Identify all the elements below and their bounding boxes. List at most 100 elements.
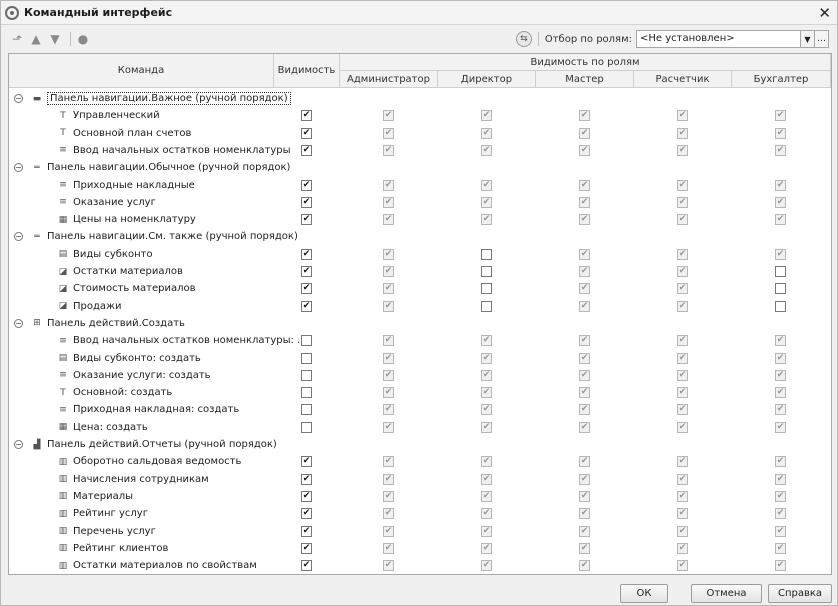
role-visibility-checkbox[interactable]: ✔ <box>677 387 688 399</box>
role-visibility-checkbox[interactable]: ✔ <box>383 283 394 295</box>
role-visibility-checkbox[interactable] <box>775 300 786 312</box>
role-visibility-checkbox[interactable]: ✔ <box>383 266 394 277</box>
role-visibility-checkbox[interactable]: ✔ <box>579 110 590 122</box>
role-visibility-checkbox[interactable] <box>481 266 492 277</box>
collapse-icon[interactable]: − <box>14 163 23 173</box>
visibility-checkbox[interactable]: ✔ <box>301 248 312 260</box>
role-visibility-checkbox[interactable]: ✔ <box>383 196 394 208</box>
role-visibility-checkbox[interactable] <box>481 248 492 260</box>
role-visibility-checkbox[interactable]: ✔ <box>579 196 590 208</box>
role-visibility-checkbox[interactable]: ✔ <box>481 179 492 191</box>
role-visibility-checkbox[interactable]: ✔ <box>481 214 492 226</box>
role-filter-input[interactable]: <Не установлен> <box>636 30 801 48</box>
role-visibility-checkbox[interactable]: ✔ <box>775 144 786 156</box>
role-visibility-checkbox[interactable]: ✔ <box>579 144 590 156</box>
visibility-checkbox[interactable]: ✔ <box>301 490 312 502</box>
role-visibility-checkbox[interactable]: ✔ <box>579 214 590 226</box>
role-visibility-checkbox[interactable]: ✔ <box>481 421 492 433</box>
table-row[interactable]: ≡ Оказание услуги: создать ✔ ✔ ✔ ✔ ✔ <box>9 367 831 384</box>
role-visibility-checkbox[interactable]: ✔ <box>677 144 688 156</box>
table-row[interactable]: ▤ Виды субконто: создать ✔ ✔ ✔ ✔ ✔ <box>9 350 831 367</box>
visibility-checkbox[interactable]: ✔ <box>301 196 312 208</box>
visibility-checkbox[interactable]: ✔ <box>301 144 312 156</box>
role-visibility-checkbox[interactable]: ✔ <box>677 508 688 520</box>
cancel-button[interactable]: Отмена <box>691 584 762 603</box>
role-visibility-checkbox[interactable]: ✔ <box>677 456 688 468</box>
role-visibility-checkbox[interactable]: ✔ <box>579 525 590 537</box>
table-row[interactable]: ▥ Остатки материалов по свойствам ✔ ✔ ✔ ✔ ✔ ✔ <box>9 557 831 574</box>
role-visibility-checkbox[interactable]: ✔ <box>775 110 786 122</box>
table-row[interactable]: ▥ Начисления сотрудникам ✔ ✔ ✔ ✔ ✔ ✔ <box>9 471 831 488</box>
visibility-checkbox[interactable]: ✔ <box>301 127 312 139</box>
role-visibility-checkbox[interactable]: ✔ <box>481 473 492 485</box>
help-icon[interactable]: ● <box>75 31 91 47</box>
collapse-icon[interactable]: − <box>14 440 23 449</box>
visibility-checkbox[interactable] <box>301 404 312 416</box>
ok-button[interactable]: ОК <box>620 584 668 603</box>
move-to-group-icon[interactable]: ⬏ <box>9 31 25 47</box>
role-visibility-checkbox[interactable]: ✔ <box>481 387 492 399</box>
collapse-icon[interactable]: − <box>14 232 23 242</box>
role-visibility-checkbox[interactable]: ✔ <box>677 352 688 364</box>
table-row[interactable]: ▥ Перечень услуг ✔ ✔ ✔ ✔ ✔ ✔ <box>9 523 831 540</box>
visibility-checkbox[interactable] <box>301 421 312 433</box>
role-visibility-checkbox[interactable]: ✔ <box>775 127 786 139</box>
role-visibility-checkbox[interactable]: ✔ <box>383 248 394 260</box>
role-visibility-checkbox[interactable]: ✔ <box>383 542 394 554</box>
visibility-checkbox[interactable]: ✔ <box>301 214 312 226</box>
role-visibility-checkbox[interactable]: ✔ <box>775 196 786 208</box>
visibility-checkbox[interactable]: ✔ <box>301 266 312 277</box>
role-visibility-checkbox[interactable]: ✔ <box>775 490 786 502</box>
role-visibility-checkbox[interactable]: ✔ <box>775 456 786 468</box>
table-row[interactable]: ▥ Оборотно сальдовая ведомость ✔ ✔ ✔ ✔ ✔ ✔ <box>9 453 831 470</box>
table-row[interactable]: ▥ Материалы ✔ ✔ ✔ ✔ ✔ ✔ <box>9 488 831 505</box>
role-visibility-checkbox[interactable]: ✔ <box>677 283 688 295</box>
role-visibility-checkbox[interactable]: ✔ <box>579 266 590 277</box>
table-row[interactable]: ≡ Приходная накладная: создать ✔ ✔ ✔ ✔ ✔ <box>9 401 831 418</box>
role-visibility-checkbox[interactable]: ✔ <box>775 214 786 226</box>
table-row[interactable]: ◪ Стоимость материалов ✔ ✔ ✔ ✔ <box>9 280 831 297</box>
role-visibility-checkbox[interactable]: ✔ <box>677 300 688 312</box>
column-header-role[interactable]: Мастер <box>536 71 634 88</box>
table-row[interactable]: ▤ Виды субконто ✔ ✔ ✔ ✔ ✔ <box>9 246 831 263</box>
group-row[interactable]: − ═ Панель навигации.Обычное (ручной поряд… <box>9 159 831 176</box>
role-visibility-checkbox[interactable]: ✔ <box>579 369 590 381</box>
role-visibility-checkbox[interactable]: ✔ <box>579 542 590 554</box>
table-row[interactable]: ≡ Ввод начальных остатков номенклатуры ✔ ✔ ✔… <box>9 142 831 159</box>
role-visibility-checkbox[interactable]: ✔ <box>775 508 786 520</box>
role-visibility-checkbox[interactable]: ✔ <box>579 560 590 572</box>
role-visibility-checkbox[interactable]: ✔ <box>481 542 492 554</box>
collapse-icon[interactable]: − <box>14 318 23 328</box>
role-visibility-checkbox[interactable]: ✔ <box>579 248 590 260</box>
role-visibility-checkbox[interactable] <box>775 283 786 295</box>
filter-icon[interactable]: ⇆ <box>515 31 532 47</box>
visibility-checkbox[interactable]: ✔ <box>301 525 312 537</box>
role-visibility-checkbox[interactable] <box>775 266 786 277</box>
role-visibility-checkbox[interactable]: ✔ <box>383 508 394 520</box>
role-visibility-checkbox[interactable]: ✔ <box>775 352 786 364</box>
role-visibility-checkbox[interactable]: ✔ <box>383 421 394 433</box>
role-visibility-checkbox[interactable]: ✔ <box>481 490 492 502</box>
role-visibility-checkbox[interactable]: ✔ <box>383 110 394 122</box>
role-visibility-checkbox[interactable]: ✔ <box>677 404 688 416</box>
role-visibility-checkbox[interactable]: ✔ <box>383 127 394 139</box>
role-visibility-checkbox[interactable]: ✔ <box>677 369 688 381</box>
table-row[interactable]: ▦ Цены на номенклатуру ✔ ✔ ✔ ✔ ✔ ✔ <box>9 211 831 228</box>
role-visibility-checkbox[interactable]: ✔ <box>579 404 590 416</box>
visibility-checkbox[interactable] <box>301 369 312 381</box>
visibility-checkbox[interactable]: ✔ <box>301 300 312 312</box>
role-visibility-checkbox[interactable]: ✔ <box>775 248 786 260</box>
visibility-checkbox[interactable]: ✔ <box>301 456 312 468</box>
visibility-checkbox[interactable]: ✔ <box>301 283 312 295</box>
role-visibility-checkbox[interactable]: ✔ <box>383 352 394 364</box>
table-row[interactable]: Т Управленческий ✔ ✔ ✔ ✔ ✔ ✔ <box>9 107 831 124</box>
role-visibility-checkbox[interactable]: ✔ <box>677 266 688 277</box>
role-visibility-checkbox[interactable]: ✔ <box>775 542 786 554</box>
role-visibility-checkbox[interactable]: ✔ <box>481 352 492 364</box>
table-row[interactable]: ≡ Приходные накладные ✔ ✔ ✔ ✔ ✔ ✔ <box>9 177 831 194</box>
role-visibility-checkbox[interactable]: ✔ <box>579 421 590 433</box>
role-visibility-checkbox[interactable]: ✔ <box>775 335 786 347</box>
role-visibility-checkbox[interactable]: ✔ <box>481 144 492 156</box>
table-row[interactable]: ◪ Продажи ✔ ✔ ✔ ✔ <box>9 298 831 315</box>
role-visibility-checkbox[interactable]: ✔ <box>481 127 492 139</box>
